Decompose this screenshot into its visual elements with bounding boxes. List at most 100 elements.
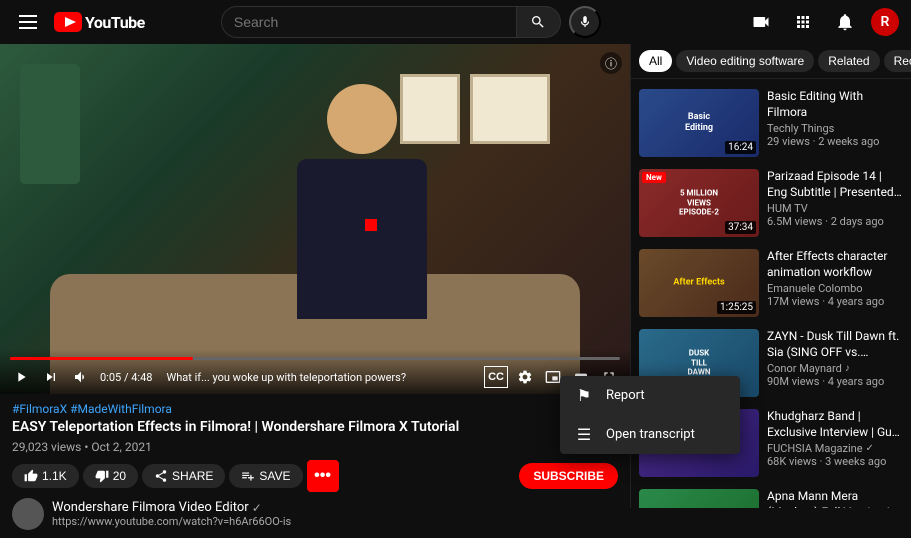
person-head [327,84,397,154]
card-title-5: Khudgharz Band | Exclusive Interview | G… [767,409,903,440]
tab-video-editing[interactable]: Video editing software [676,50,814,72]
channel-url: https://www.youtube.com/watch?v=h6Ar66OO… [52,515,291,528]
top-navigation: YouTube [0,0,911,44]
share-label: SHARE [172,469,213,483]
youtube-wordmark: YouTube [85,13,145,32]
apps-icon [794,13,812,31]
thumbs-up-icon [24,469,38,483]
video-actions: 1.1K 20 SHARE [12,460,618,492]
transcript-label: Open transcript [606,427,695,442]
settings-icon [517,369,533,385]
search-input[interactable] [234,14,504,30]
card-channel-3: Emanuele Colombo [767,282,903,295]
card-channel-5: FUCHSIA Magazine ✓ [767,442,903,455]
sidebar-tabs: All Video editing software Related Rec › [631,44,911,79]
like-button[interactable]: 1.1K [12,464,79,488]
card-title-4: ZAYN - Dusk Till Dawn ft. Sia (SING OFF … [767,329,903,360]
list-item[interactable]: 5 MILLIONVIEWSEPISODE-2 37:34 New Pariza… [631,163,911,243]
tab-all[interactable]: All [639,50,672,72]
time-display: 0:05 / 4:48 [100,371,152,384]
progress-fill [10,357,193,360]
video-info: #FilmoraX #MadeWithFilmora EASY Teleport… [0,394,630,538]
play-button[interactable] [10,366,32,388]
thumbnail-2: 5 MILLIONVIEWSEPISODE-2 37:34 New [639,169,759,237]
play-icon [13,369,29,385]
card-channel-2: HUM TV [767,202,903,215]
card-meta-5: 68K views · 3 weeks ago [767,455,903,468]
list-item[interactable]: BasicEditing 16:24 Basic Editing With Fi… [631,83,911,163]
tab-related[interactable]: Related [818,50,879,72]
youtube-logo[interactable]: YouTube [54,12,145,32]
save-label: SAVE [259,469,290,483]
card-title-6: Apna Mann Mera (Mashup) Full Version | G… [767,489,903,508]
filmora-tag: #FilmoraX #MadeWithFilmora [12,402,618,416]
context-menu-item-report[interactable]: ⚑ Report [560,376,740,415]
context-menu-item-transcript[interactable]: ☰ Open transcript [560,415,740,454]
chapter-text: What if... you woke up with teleportatio… [166,371,476,384]
subtitles-button[interactable]: CC [484,366,508,388]
person-figure [252,84,472,364]
dislike-count: 20 [113,469,126,483]
info-icon[interactable]: ⓘ [600,52,622,74]
channel-avatar[interactable] [12,498,44,530]
video-meta: 29,023 views • Oct 2, 2021 [12,440,618,454]
miniplayer-icon [545,369,561,385]
plant-decoration [20,64,80,184]
hamburger-icon [19,15,37,29]
microphone-icon [578,15,592,29]
notifications-button[interactable] [829,6,861,38]
list-item[interactable]: After Effects 1:25:25 After Effects char… [631,243,911,323]
controls-row: 0:05 / 4:48 What if... you woke up with … [10,366,620,388]
red-marker [365,219,377,231]
volume-button[interactable] [70,366,92,388]
card-meta-2: 6.5M views · 2 days ago [767,215,903,228]
wall-art-decoration [470,74,550,144]
video-title: EASY Teleportation Effects in Filmora! |… [12,418,618,436]
search-input-wrap [221,6,517,38]
create-icon [751,12,771,32]
duration-2: 37:34 [725,221,756,234]
card-title-1: Basic Editing With Filmora [767,89,903,120]
create-button[interactable] [745,6,777,38]
video-thumbnail [0,44,630,394]
share-button[interactable]: SHARE [142,464,225,488]
card-meta-1: 29 views · 2 weeks ago [767,135,903,148]
nav-left: YouTube [12,6,145,38]
context-menu: ⚑ Report ☰ Open transcript [560,376,740,454]
report-label: Report [606,388,645,403]
apps-button[interactable] [787,6,819,38]
youtube-logo-icon [54,12,82,32]
video-overlay-top: ⓘ [600,52,622,74]
card-channel-4: Conor Maynard ♪ [767,362,903,375]
thumbs-down-icon [95,469,109,483]
new-badge: New [642,172,666,183]
bell-icon [835,12,855,32]
microphone-button[interactable] [569,6,601,38]
list-item[interactable]: GRAVERO Apna Mann Mera (Mashup) Full Ver… [631,483,911,508]
dislike-button[interactable]: 20 [83,464,138,488]
volume-icon [73,369,89,385]
hamburger-menu-button[interactable] [12,6,44,38]
nav-right: R [745,6,899,38]
next-button[interactable] [40,366,62,388]
more-actions-button[interactable]: ••• [307,460,339,492]
person-body [297,159,427,319]
thumbnail-1: BasicEditing 16:24 [639,89,759,157]
tab-rec[interactable]: Rec [884,50,911,72]
thumbnail-6: GRAVERO [639,489,759,508]
duration-3: 1:25:25 [717,301,756,314]
card-meta-3: 17M views · 4 years ago [767,295,903,308]
card-meta-4: 90M views · 4 years ago [767,375,903,388]
save-button[interactable]: SAVE [229,464,302,488]
search-button[interactable] [517,6,561,38]
duration-1: 16:24 [725,141,756,154]
user-avatar[interactable]: R [871,8,899,36]
report-icon: ⚑ [574,386,594,405]
settings-button[interactable] [514,366,536,388]
save-icon [241,469,255,483]
transcript-icon: ☰ [574,425,594,444]
subscribe-button[interactable]: SUBSCRIBE [519,463,618,489]
video-player[interactable]: ⓘ [0,44,630,394]
progress-bar[interactable] [10,357,620,360]
card-title-2: Parizaad Episode 14 | Eng Subtitle | Pre… [767,169,903,200]
